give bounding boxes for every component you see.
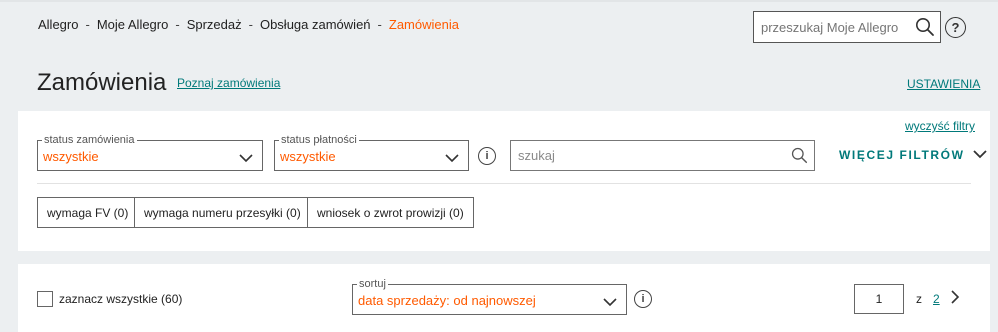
filter-divider [37, 183, 971, 184]
chevron-right-icon[interactable] [950, 290, 960, 309]
order-status-select[interactable]: status zamówienia wszystkie [37, 133, 263, 171]
select-all-checkbox[interactable] [37, 291, 53, 307]
sort-label: sortuj [357, 277, 388, 291]
pagination-total-link[interactable]: 2 [933, 292, 940, 306]
chevron-down-icon [972, 148, 987, 162]
order-status-label: status zamówienia [42, 133, 137, 147]
sort-info-icon[interactable]: i [634, 290, 652, 308]
settings-link[interactable]: USTAWIENIA [907, 77, 980, 91]
sort-select[interactable]: sortuj data sprzedaży: od najnowszej [352, 277, 627, 315]
order-status-value: wszystkie [43, 149, 99, 164]
select-all-label[interactable]: zaznacz wszystkie (60) [59, 292, 182, 306]
sort-value: data sprzedaży: od najnowszej [358, 293, 536, 308]
breadcrumb-obsluga-zamowien[interactable]: Obsługa zamówień [260, 17, 371, 32]
page-number-input[interactable]: 1 [854, 284, 904, 314]
filter-chip-requires-invoice[interactable]: wymaga FV (0) [37, 197, 139, 228]
global-search [753, 11, 941, 43]
learn-orders-link[interactable]: Poznaj zamówienia [177, 76, 280, 90]
order-search-input[interactable] [511, 148, 784, 163]
filter-chip-requires-tracking[interactable]: wymaga numeru przesyłki (0) [134, 197, 311, 228]
more-filters-button[interactable]: WIĘCEJ FILTRÓW [839, 148, 987, 162]
search-icon[interactable] [910, 12, 940, 42]
filter-chip-commission-refund[interactable]: wniosek o zwrot prowizji (0) [307, 197, 474, 228]
payment-status-label: status płatności [279, 133, 359, 147]
breadcrumb-sprzedaz[interactable]: Sprzedaż [187, 17, 242, 32]
pagination-of-label: z [916, 292, 922, 306]
breadcrumb-separator: - [377, 17, 382, 32]
breadcrumb-separator: - [175, 17, 180, 32]
breadcrumb-separator: - [85, 17, 90, 32]
order-search [510, 140, 815, 171]
filter-panel [18, 111, 990, 251]
payment-status-info-icon[interactable]: i [478, 147, 496, 165]
breadcrumb-moje-allegro[interactable]: Moje Allegro [97, 17, 169, 32]
breadcrumb-allegro[interactable]: Allegro [38, 17, 78, 32]
chevron-down-icon [239, 150, 253, 168]
page-title: Zamówienia [37, 69, 167, 96]
chevron-down-icon [445, 150, 459, 168]
payment-status-select[interactable]: status płatności wszystkie [274, 133, 469, 171]
chevron-down-icon [603, 294, 617, 312]
breadcrumb-separator: - [248, 17, 253, 32]
breadcrumb: Allegro - Moje Allegro - Sprzedaż - Obsł… [38, 17, 459, 32]
breadcrumb-current: Zamówienia [388, 17, 459, 32]
payment-status-value: wszystkie [280, 149, 336, 164]
help-icon[interactable]: ? [945, 17, 966, 38]
top-divider [0, 0, 998, 2]
clear-filters-link[interactable]: wyczyść filtry [905, 119, 975, 133]
more-filters-label: WIĘCEJ FILTRÓW [839, 148, 965, 162]
global-search-input[interactable] [754, 19, 910, 35]
search-icon[interactable] [784, 147, 814, 164]
